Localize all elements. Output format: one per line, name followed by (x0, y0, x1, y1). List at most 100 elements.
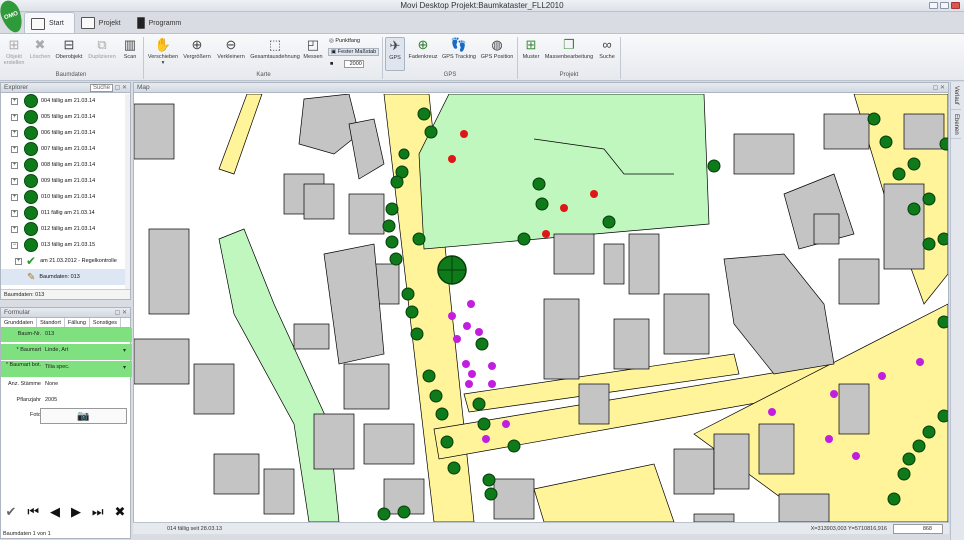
baumart-bot-row: * Baumart bot. Tilia spec. ▾ (1, 361, 132, 377)
pflanzjahr-field[interactable]: 2005 (45, 397, 57, 403)
tab-standort[interactable]: Standort (37, 318, 65, 327)
tree-icon (24, 174, 38, 188)
tab-programm[interactable]: Programm (131, 12, 192, 34)
previous-record-icon[interactable]: ◀ (50, 504, 60, 520)
minimize-button[interactable] (929, 2, 938, 9)
vergroessern-button[interactable]: ⊕ Vergrößern (182, 37, 212, 61)
expand-icon: + (11, 113, 18, 121)
scale-input[interactable]: 868 (893, 524, 943, 534)
expand-icon: + (11, 225, 18, 233)
tab-sonstiges[interactable]: Sonstiges (90, 318, 122, 327)
punktfang-icon: ◎ (329, 38, 334, 44)
tree-selected-item[interactable]: ✎ Baumdaten: 013 (1, 269, 130, 285)
window-title: Movi Desktop Projekt:Baumkataster_FLL201… (400, 1, 564, 10)
record-navigation: ✔ ⏮ ◀ ▶ ⏭ ✖ (0, 497, 131, 527)
baumart-bot-select[interactable]: Tilia spec. (45, 364, 70, 370)
tab-faellung[interactable]: Fällung (65, 318, 90, 327)
photo-button[interactable]: 📷 (40, 408, 127, 424)
confirm-icon[interactable]: ✔ (5, 504, 16, 520)
massenbearbeitung-button[interactable]: ❐ Massenbearbeitung (544, 37, 594, 61)
close-button[interactable] (951, 2, 960, 9)
loeschen-button[interactable]: ✖ Löschen (29, 37, 51, 61)
gps-tracking-button[interactable]: 👣 GPS Tracking (441, 37, 477, 61)
tree-item[interactable]: +009 fällig am 21.03.14 (1, 173, 130, 189)
chevron-down-icon[interactable]: ▾ (123, 364, 126, 371)
expand-icon: + (11, 145, 18, 153)
punktfang-toggle[interactable]: ◎ Punktfang (329, 38, 360, 44)
binoculars-icon: ∞ (602, 36, 612, 52)
baum-nr-row: Baum-Nr. 013 (1, 328, 132, 342)
tab-projekt[interactable]: Projekt (75, 12, 131, 34)
next-record-icon[interactable]: ▶ (71, 504, 81, 520)
group-label-baumdaten: Baumdaten (55, 72, 87, 78)
tree-item[interactable]: +012 fällig am 21.03.14 (1, 221, 130, 237)
right-side-tabs: Verlauf Ebenen (950, 82, 964, 540)
zoom-out-icon: ⊖ (225, 36, 237, 52)
gps-position-button[interactable]: ◍ GPS Position (479, 36, 515, 61)
tree-item[interactable]: +011 fällig am 21.03.14 (1, 205, 130, 221)
tree-icon (24, 206, 38, 220)
globe-icon: ◍ (491, 36, 503, 52)
form-status: Baumdaten 1 von 1 (3, 531, 51, 537)
programm-icon (136, 17, 145, 29)
maximize-button[interactable] (940, 2, 949, 9)
form-tabs: Grunddaten Standort Fällung Sonstiges (1, 318, 130, 328)
gps-button[interactable]: ✈ GPS (385, 37, 405, 71)
tab-verlauf[interactable]: Verlauf (951, 82, 961, 110)
scan-button[interactable]: ▥ Scan (120, 36, 140, 61)
tree-item[interactable]: +004 fällig am 21.03.14 (1, 93, 130, 109)
verkleinern-button[interactable]: ⊖ Verkleinern (215, 36, 247, 61)
objekt-erstellen-button[interactable]: ⊞ Objekt erstellen (2, 36, 26, 67)
muster-button[interactable]: ⊞ Muster (520, 37, 542, 61)
tree-subitem[interactable]: + ✔ am 21.03.2012 - Regelkontrolle (1, 253, 130, 269)
fadenkreuz-button[interactable]: ⊕ Fadenkreuz (408, 37, 438, 61)
barcode-icon: ▥ (123, 36, 137, 52)
first-record-icon[interactable]: ⏮ (27, 504, 39, 520)
explorer-tree: +004 fällig am 21.03.14 +005 fällig am 2… (1, 93, 130, 285)
expand-icon: + (11, 97, 18, 105)
group-separator (143, 37, 144, 79)
hierarchy-icon: ⊟ (63, 36, 75, 52)
projekt-icon (80, 17, 95, 29)
stamme-field[interactable]: None (45, 381, 58, 387)
stamme-row: Anz. Stämme None (7, 381, 59, 387)
cancel-icon[interactable]: ✖ (115, 504, 126, 520)
tree-item[interactable]: +005 fällig am 21.03.14 (1, 109, 130, 125)
baumart-select[interactable]: Linde, Art (45, 347, 68, 353)
tree-icon (24, 94, 38, 108)
tree-item[interactable]: +006 fällig am 21.03.14 (1, 125, 130, 141)
map-svg[interactable] (134, 94, 948, 522)
oberobjekt-button[interactable]: ⊟ Oberobjekt (54, 36, 84, 61)
map-canvas[interactable] (134, 94, 948, 522)
fester-massstab-toggle[interactable]: ▣ Fester Maßstab (328, 48, 380, 56)
tree-icon (24, 142, 38, 156)
tree-item[interactable]: +010 fällig am 21.03.14 (1, 189, 130, 205)
suche-button[interactable]: ∞ Suche (596, 36, 618, 61)
expand-icon: + (11, 177, 18, 185)
last-record-icon[interactable]: ⏭ (92, 504, 104, 520)
edit-icon: ✎ (27, 271, 36, 283)
tree-item[interactable]: −013 fällig am 21.03.15 (1, 237, 130, 253)
add-object-icon: ⊞ (8, 36, 20, 52)
tree-item[interactable]: +007 fällig am 21.03.14 (1, 141, 130, 157)
expand-icon: + (11, 209, 18, 217)
expand-icon: + (15, 257, 22, 265)
tab-ebenen[interactable]: Ebenen (951, 110, 961, 140)
explorer-panel: Explorer Suche ▢ ✕ +004 fällig am 21.03.… (0, 82, 131, 300)
messen-button[interactable]: ◰ Messen (302, 36, 324, 61)
form-header: Formular ▢ ✕ (1, 308, 130, 318)
group-label-karte: Karte (256, 72, 271, 78)
duplizieren-button[interactable]: ⧉ Duplizieren (86, 37, 118, 61)
verschieben-button[interactable]: ✋ Verschieben ▾ (146, 37, 180, 67)
tab-start[interactable]: Start (24, 12, 75, 34)
explorer-scrollbar[interactable] (125, 94, 130, 289)
tree-item[interactable]: +008 fällig am 21.03.14 (1, 157, 130, 173)
gesamtausdehnung-button[interactable]: ⬚ Gesamtausdehnung (249, 37, 301, 61)
explorer-search-button[interactable]: Suche (89, 84, 113, 92)
massstab-input[interactable]: 2000 (343, 60, 364, 68)
chevron-down-icon[interactable]: ▾ (123, 347, 126, 354)
baum-nr-field[interactable]: 013 (45, 331, 54, 337)
measure-icon: ◰ (306, 36, 320, 52)
map-header: Map ▢ ✕ (134, 83, 948, 93)
tab-grunddaten[interactable]: Grunddaten (1, 318, 38, 327)
